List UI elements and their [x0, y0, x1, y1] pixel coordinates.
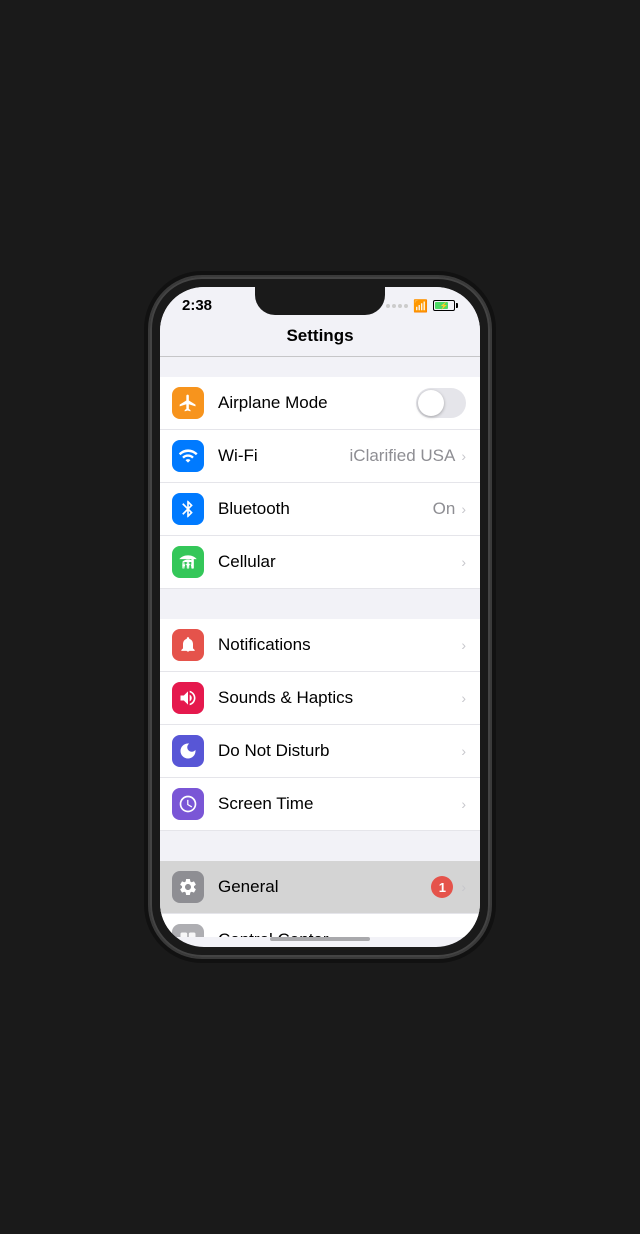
sounds-label: Sounds & Haptics — [218, 688, 461, 708]
screentime-icon — [172, 788, 204, 820]
page-title: Settings — [286, 326, 353, 345]
battery-icon: ⚡ — [433, 300, 458, 311]
bluetooth-value: On — [433, 499, 456, 519]
nav-header: Settings — [160, 318, 480, 357]
general-icon — [172, 871, 204, 903]
settings-item-screentime[interactable]: Screen Time › — [160, 778, 480, 831]
notch — [255, 287, 385, 315]
general-label: General — [218, 877, 431, 897]
controlcenter-chevron: › — [461, 932, 466, 937]
settings-list[interactable]: Airplane Mode Wi-Fi iClarified USA › — [160, 357, 480, 937]
signal-icon — [386, 304, 408, 308]
notifications-icon — [172, 629, 204, 661]
time-display: 2:38 — [182, 297, 212, 314]
screentime-label: Screen Time — [218, 794, 461, 814]
notifications-chevron: › — [461, 637, 466, 653]
wifi-label: Wi-Fi — [218, 446, 350, 466]
home-indicator — [270, 937, 370, 941]
controlcenter-label: Control Center — [218, 930, 461, 937]
bluetooth-chevron: › — [461, 501, 466, 517]
cellular-icon — [172, 546, 204, 578]
section-divider-1 — [160, 589, 480, 619]
wifi-chevron: › — [461, 448, 466, 464]
screentime-chevron: › — [461, 796, 466, 812]
dnd-chevron: › — [461, 743, 466, 759]
controlcenter-icon — [172, 924, 204, 937]
section-divider-top — [160, 357, 480, 377]
bluetooth-label: Bluetooth — [218, 499, 433, 519]
settings-item-sounds[interactable]: Sounds & Haptics › — [160, 672, 480, 725]
sounds-icon — [172, 682, 204, 714]
settings-item-airplane-mode[interactable]: Airplane Mode — [160, 377, 480, 430]
airplane-mode-toggle[interactable] — [416, 388, 466, 418]
settings-item-notifications[interactable]: Notifications › — [160, 619, 480, 672]
dnd-label: Do Not Disturb — [218, 741, 461, 761]
settings-item-controlcenter[interactable]: Control Center › — [160, 914, 480, 937]
settings-item-bluetooth[interactable]: Bluetooth On › — [160, 483, 480, 536]
bluetooth-icon — [172, 493, 204, 525]
notifications-label: Notifications — [218, 635, 461, 655]
wifi-settings-icon — [172, 440, 204, 472]
wifi-value: iClarified USA — [350, 446, 456, 466]
cellular-label: Cellular — [218, 552, 461, 572]
cellular-chevron: › — [461, 554, 466, 570]
dnd-icon — [172, 735, 204, 767]
general-chevron: › — [461, 879, 466, 895]
settings-item-cellular[interactable]: Cellular › — [160, 536, 480, 589]
airplane-mode-label: Airplane Mode — [218, 393, 416, 413]
phone-shell: 2:38 📶 ⚡ Settings — [150, 277, 490, 957]
section-divider-2 — [160, 831, 480, 861]
phone-screen: 2:38 📶 ⚡ Settings — [160, 287, 480, 947]
toggle-knob — [418, 390, 444, 416]
settings-item-dnd[interactable]: Do Not Disturb › — [160, 725, 480, 778]
general-badge: 1 — [431, 876, 453, 898]
sounds-chevron: › — [461, 690, 466, 706]
status-icons: 📶 ⚡ — [386, 299, 458, 313]
settings-item-general[interactable]: General 1 › — [160, 861, 480, 914]
airplane-mode-icon — [172, 387, 204, 419]
settings-item-wifi[interactable]: Wi-Fi iClarified USA › — [160, 430, 480, 483]
wifi-icon: 📶 — [413, 299, 428, 313]
